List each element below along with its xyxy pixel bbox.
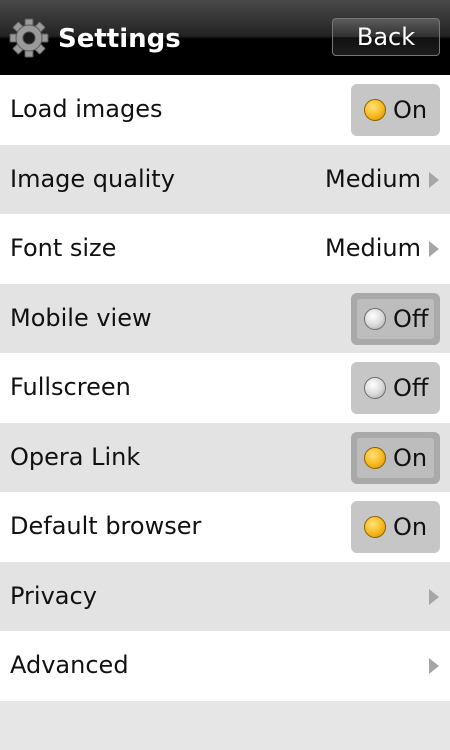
setting-label: Fullscreen: [10, 373, 131, 401]
setting-label: Font size: [10, 234, 117, 262]
setting-row-default-browser: Default browser On: [0, 492, 450, 562]
toggle-state: Off: [393, 304, 429, 333]
setting-row-advanced[interactable]: Advanced: [0, 631, 450, 701]
toggle-state: Off: [393, 374, 429, 402]
setting-row-fullscreen: Fullscreen Off: [0, 353, 450, 423]
settings-list: Load images On Image quality Medium Font…: [0, 75, 450, 701]
setting-label: Default browser: [10, 512, 202, 540]
title-bar: Settings Back: [0, 0, 450, 75]
setting-row-privacy[interactable]: Privacy: [0, 561, 450, 631]
setting-row-mobile-view: Mobile view Off: [0, 283, 450, 353]
gear-icon: [9, 18, 49, 58]
setting-label: Image quality: [10, 164, 175, 193]
opera-link-toggle[interactable]: On: [351, 431, 440, 484]
back-button[interactable]: Back: [332, 18, 440, 56]
fullscreen-toggle[interactable]: Off: [351, 362, 440, 414]
chevron-right-icon: [429, 241, 439, 257]
toggle-state: On: [393, 513, 428, 541]
setting-label: Advanced: [10, 651, 129, 679]
mobile-view-toggle[interactable]: Off: [351, 292, 440, 345]
chevron-right-icon: [429, 658, 439, 674]
setting-row-font-size[interactable]: Font size Medium: [0, 214, 450, 284]
toggle-state: On: [393, 443, 428, 472]
setting-row-image-quality[interactable]: Image quality Medium: [0, 144, 450, 214]
setting-label: Opera Link: [10, 442, 141, 471]
chevron-right-icon: [429, 171, 439, 188]
toggle-indicator-off-icon: [364, 307, 386, 330]
toggle-indicator-off-icon: [364, 377, 386, 399]
setting-row-opera-link: Opera Link On: [0, 422, 450, 492]
setting-label: Load images: [10, 95, 163, 123]
setting-label: Privacy: [10, 581, 97, 610]
page-title: Settings: [58, 24, 181, 54]
load-images-toggle[interactable]: On: [351, 84, 440, 136]
setting-value: Medium: [325, 164, 421, 193]
chevron-right-icon: [429, 588, 439, 605]
toggle-indicator-on-icon: [364, 516, 386, 538]
toggle-indicator-on-icon: [364, 446, 386, 469]
toggle-indicator-on-icon: [364, 99, 386, 121]
setting-label: Mobile view: [10, 303, 152, 332]
setting-value: Medium: [325, 234, 421, 262]
setting-row-load-images: Load images On: [0, 75, 450, 145]
toggle-state: On: [393, 96, 428, 124]
default-browser-toggle[interactable]: On: [351, 501, 440, 553]
